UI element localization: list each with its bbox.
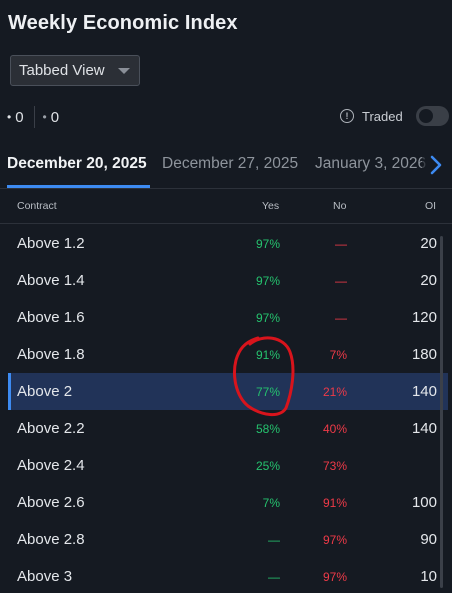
yes-price[interactable]: 58% xyxy=(256,422,280,436)
yes-price[interactable]: — xyxy=(268,533,280,547)
scrollbar[interactable] xyxy=(440,236,443,588)
table-row[interactable]: Above 2.6 7% 91% 100 xyxy=(8,484,448,521)
open-interest: 120 xyxy=(411,309,437,326)
open-interest: 140 xyxy=(411,420,437,437)
toggle-knob xyxy=(418,109,433,123)
no-price[interactable]: — xyxy=(335,274,347,288)
counter-value-2: 0 xyxy=(50,108,60,126)
no-price[interactable]: 7% xyxy=(330,348,347,362)
yes-price[interactable]: 97% xyxy=(256,274,280,288)
no-price[interactable]: 97% xyxy=(323,570,347,584)
header-oi: OI xyxy=(425,200,437,212)
tab-jan-3[interactable]: January 3, 2026 xyxy=(315,155,426,173)
yes-price[interactable]: 97% xyxy=(256,237,280,251)
contract-name: Above 1.4 xyxy=(17,272,85,289)
no-price[interactable]: 91% xyxy=(323,496,347,510)
counter-value-1: 0 xyxy=(15,108,24,126)
table-row[interactable]: Above 1.6 97% — 120 xyxy=(8,299,448,336)
traded-label: Traded xyxy=(362,108,403,124)
no-price[interactable]: — xyxy=(335,237,347,251)
no-price[interactable]: — xyxy=(335,311,347,325)
table-row[interactable]: Above 1.8 91% 7% 180 xyxy=(8,336,448,373)
contract-name: Above 2.4 xyxy=(17,457,85,474)
counter-divider xyxy=(33,106,35,128)
traded-filter: ! Traded xyxy=(340,106,449,126)
header-no: No xyxy=(333,200,347,212)
yes-price[interactable]: 77% xyxy=(256,385,280,399)
no-price[interactable]: 21% xyxy=(323,385,347,399)
tab-dec-20[interactable]: December 20, 2025 xyxy=(7,155,147,173)
no-price[interactable]: 97% xyxy=(323,533,347,547)
table-row[interactable]: Above 2.4 25% 73% xyxy=(8,447,448,484)
weekly-economic-index-panel: Weekly Economic Index Tabbed View • 0 • … xyxy=(0,0,452,593)
position-counters: • 0 • 0 xyxy=(7,106,59,128)
table-row[interactable]: Above 2.2 58% 40% 140 xyxy=(8,410,448,447)
contract-name: Above 2 xyxy=(17,383,73,400)
open-interest: 140 xyxy=(411,383,437,400)
no-price[interactable]: 73% xyxy=(323,459,347,473)
page-title: Weekly Economic Index xyxy=(8,12,238,34)
contract-name: Above 2.2 xyxy=(17,420,85,437)
contract-name: Above 3 xyxy=(17,568,73,585)
yes-price[interactable]: 91% xyxy=(256,348,280,362)
view-mode-select[interactable]: Tabbed View xyxy=(10,55,140,86)
chevron-right-icon xyxy=(430,155,442,175)
bullet-dot-icon: • xyxy=(7,110,12,124)
table-row[interactable]: Above 2.8 — 97% 90 xyxy=(8,521,448,558)
table-row[interactable]: Above 3 — 97% 10 xyxy=(8,558,448,593)
active-tab-indicator xyxy=(7,185,150,188)
no-price[interactable]: 40% xyxy=(323,422,347,436)
table-header: Contract Yes No OI xyxy=(0,190,452,224)
yes-price[interactable]: 97% xyxy=(256,311,280,325)
table-row[interactable]: Above 1.2 97% — 20 xyxy=(8,225,448,262)
contract-name: Above 1.6 xyxy=(17,309,85,326)
open-interest: 100 xyxy=(411,494,437,511)
contracts-table: Above 1.2 97% — 20 Above 1.4 97% — 20 Ab… xyxy=(0,225,452,593)
yes-price[interactable]: 7% xyxy=(263,496,280,510)
contract-name: Above 1.2 xyxy=(17,235,85,252)
info-icon[interactable]: ! xyxy=(340,109,354,123)
next-tab-button[interactable] xyxy=(422,153,450,177)
contract-name: Above 1.8 xyxy=(17,346,85,363)
bullet-dot-icon: • xyxy=(42,110,47,124)
open-interest: 180 xyxy=(411,346,437,363)
header-contract: Contract xyxy=(17,200,57,212)
open-interest: 10 xyxy=(420,568,437,585)
contract-name: Above 2.6 xyxy=(17,494,85,511)
yes-price[interactable]: 25% xyxy=(256,459,280,473)
date-tabs: December 20, 2025 December 27, 2025 Janu… xyxy=(0,145,452,189)
view-mode-value: Tabbed View xyxy=(19,62,105,79)
open-interest: 20 xyxy=(420,235,437,252)
tab-dec-27[interactable]: December 27, 2025 xyxy=(162,155,298,173)
table-row-selected[interactable]: Above 2 77% 21% 140 xyxy=(8,373,448,410)
chevron-down-icon xyxy=(118,68,130,74)
header-yes: Yes xyxy=(262,200,280,212)
traded-toggle[interactable] xyxy=(415,106,449,126)
yes-price[interactable]: — xyxy=(268,570,280,584)
open-interest: 20 xyxy=(420,272,437,289)
open-interest: 90 xyxy=(420,531,437,548)
contract-name: Above 2.8 xyxy=(17,531,85,548)
table-row[interactable]: Above 1.4 97% — 20 xyxy=(8,262,448,299)
